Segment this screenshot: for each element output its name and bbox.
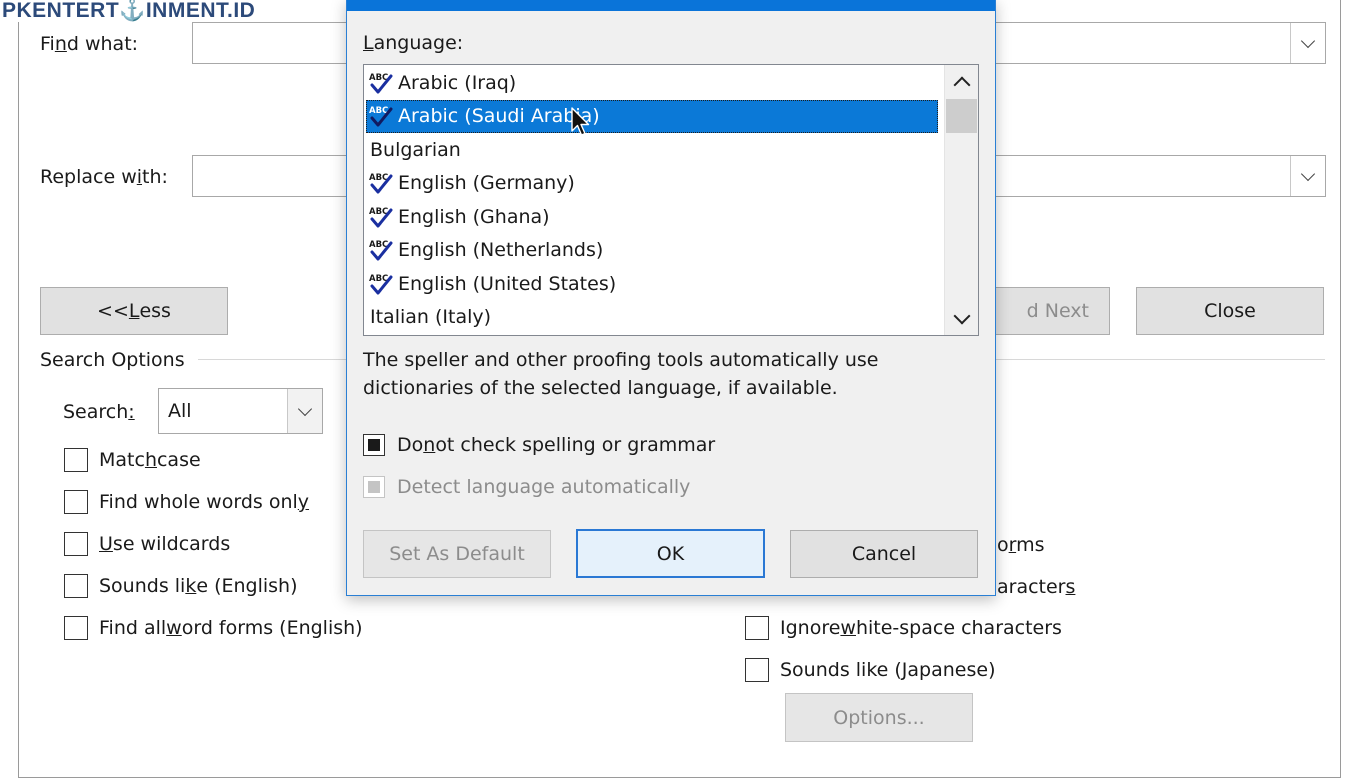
spell-check-icon: ABC: [369, 207, 393, 227]
chevron-down-icon: [1300, 166, 1316, 181]
language-item-label: Bulgarian: [370, 138, 461, 161]
no-check-spelling-checkbox[interactable]: [363, 434, 385, 456]
right-option-partial-2: aracters: [997, 576, 1076, 598]
language-dialog: Language: ABC Arabic (Iraq) ABC Arabic (Sau…: [346, 0, 996, 596]
language-item-label: Italian (Italy): [370, 306, 492, 328]
language-list-scrollbar[interactable]: [944, 65, 978, 335]
search-direction-arrow[interactable]: [287, 389, 322, 433]
language-item-label: English (Germany): [398, 172, 575, 194]
sounds-like-japanese-option[interactable]: Sounds like (Japanese): [745, 656, 1062, 684]
less-button[interactable]: << Less: [40, 287, 228, 335]
chevron-down-icon: [297, 401, 313, 416]
language-item-label: Arabic (Iraq): [398, 71, 517, 94]
wildcards-option[interactable]: Use wildcards: [64, 530, 363, 558]
scroll-up-button[interactable]: [945, 65, 978, 97]
language-list-item[interactable]: ABC English (Germany): [366, 167, 938, 200]
cancel-button[interactable]: Cancel: [790, 530, 978, 578]
indeterminate-mark: [368, 439, 380, 451]
language-list-item[interactable]: ABC Arabic (Iraq): [366, 66, 938, 99]
sounds-like-japanese-checkbox[interactable]: [745, 658, 769, 682]
spell-check-icon: ABC: [369, 73, 393, 93]
wildcards-checkbox[interactable]: [64, 532, 88, 556]
language-description: The speller and other proofing tools aut…: [363, 346, 879, 402]
detect-language-option: Detect language automatically: [363, 473, 690, 501]
sounds-like-english-checkbox[interactable]: [64, 574, 88, 598]
close-button[interactable]: Close: [1136, 287, 1324, 335]
set-as-default-button[interactable]: Set As Default: [363, 530, 551, 578]
scroll-thumb[interactable]: [946, 99, 977, 133]
language-item-label: English (Ghana): [398, 205, 550, 228]
watermark-logo: PKENTERT⚓INMENT.ID: [0, 0, 262, 22]
search-direction-value: All: [168, 400, 192, 422]
chevron-up-icon: [953, 76, 971, 93]
language-list-item[interactable]: ABC English (Ghana): [366, 200, 938, 233]
search-options-left: Matc h case Find whole words onl y Use wil…: [64, 446, 363, 642]
language-list[interactable]: ABC Arabic (Iraq) ABC Arabic (Saudi Arabia)…: [363, 64, 979, 336]
description-line-1: The speller and other proofing tools aut…: [363, 349, 879, 371]
chevron-down-icon: [1300, 33, 1316, 48]
spell-check-icon: ABC: [369, 274, 393, 294]
description-line-2: dictionaries of the selected language, i…: [363, 377, 838, 399]
language-label: Language:: [363, 32, 464, 54]
sounds-like-english-option[interactable]: Sounds li k e (English): [64, 572, 363, 600]
language-list-item[interactable]: ABC English (Netherlands): [366, 234, 938, 267]
no-check-spelling-option[interactable]: Do n ot check spelling or grammar: [363, 431, 715, 459]
whole-words-checkbox[interactable]: [64, 490, 88, 514]
search-direction-label: Search:: [63, 401, 135, 423]
match-case-option[interactable]: Matc h case: [64, 446, 363, 474]
whole-words-option[interactable]: Find whole words onl y: [64, 488, 363, 516]
detect-language-label: Detect language automatically: [397, 476, 691, 498]
all-word-forms-option[interactable]: Find all w ord forms (English): [64, 614, 363, 642]
language-list-item[interactable]: ABC Arabic (Saudi Arabia): [366, 99, 938, 133]
find-what-label: Find what:: [40, 33, 139, 55]
search-options-label: Search Options: [40, 349, 185, 371]
search-options-right: Ignore w hite-space characters Sounds lik…: [745, 614, 1062, 684]
language-list-item[interactable]: ABC English (United States): [366, 267, 938, 300]
match-case-checkbox[interactable]: [64, 448, 88, 472]
all-word-forms-checkbox[interactable]: [64, 616, 88, 640]
spell-check-icon: ABC: [369, 106, 393, 127]
detect-language-checkbox: [363, 476, 385, 498]
spell-check-icon: ABC: [369, 173, 393, 194]
scroll-down-button[interactable]: [945, 303, 978, 335]
language-list-item[interactable]: Italian (Italy): [366, 301, 938, 334]
chevron-down-icon: [953, 307, 971, 324]
language-list-item[interactable]: Bulgarian: [366, 133, 938, 166]
ignore-whitespace-option[interactable]: Ignore w hite-space characters: [745, 614, 1062, 642]
indeterminate-mark: [368, 481, 380, 493]
find-dropdown-arrow[interactable]: [1290, 23, 1325, 63]
ok-button[interactable]: OK: [576, 529, 765, 578]
replace-dropdown-arrow[interactable]: [1290, 156, 1325, 196]
spell-check-icon: ABC: [369, 240, 393, 261]
options-button[interactable]: Options...: [785, 693, 973, 742]
language-dialog-titlebar: [347, 0, 995, 11]
language-item-label: Arabic (Saudi Arabia): [398, 105, 600, 127]
right-option-partial-1: orms: [997, 534, 1045, 556]
mouse-cursor-icon: [571, 107, 590, 136]
language-item-label: English (United States): [398, 272, 617, 295]
language-item-label: English (Netherlands): [398, 239, 604, 261]
replace-with-label: Replace with:: [40, 166, 168, 188]
ignore-whitespace-checkbox[interactable]: [745, 616, 769, 640]
search-direction-select[interactable]: All: [158, 388, 323, 434]
